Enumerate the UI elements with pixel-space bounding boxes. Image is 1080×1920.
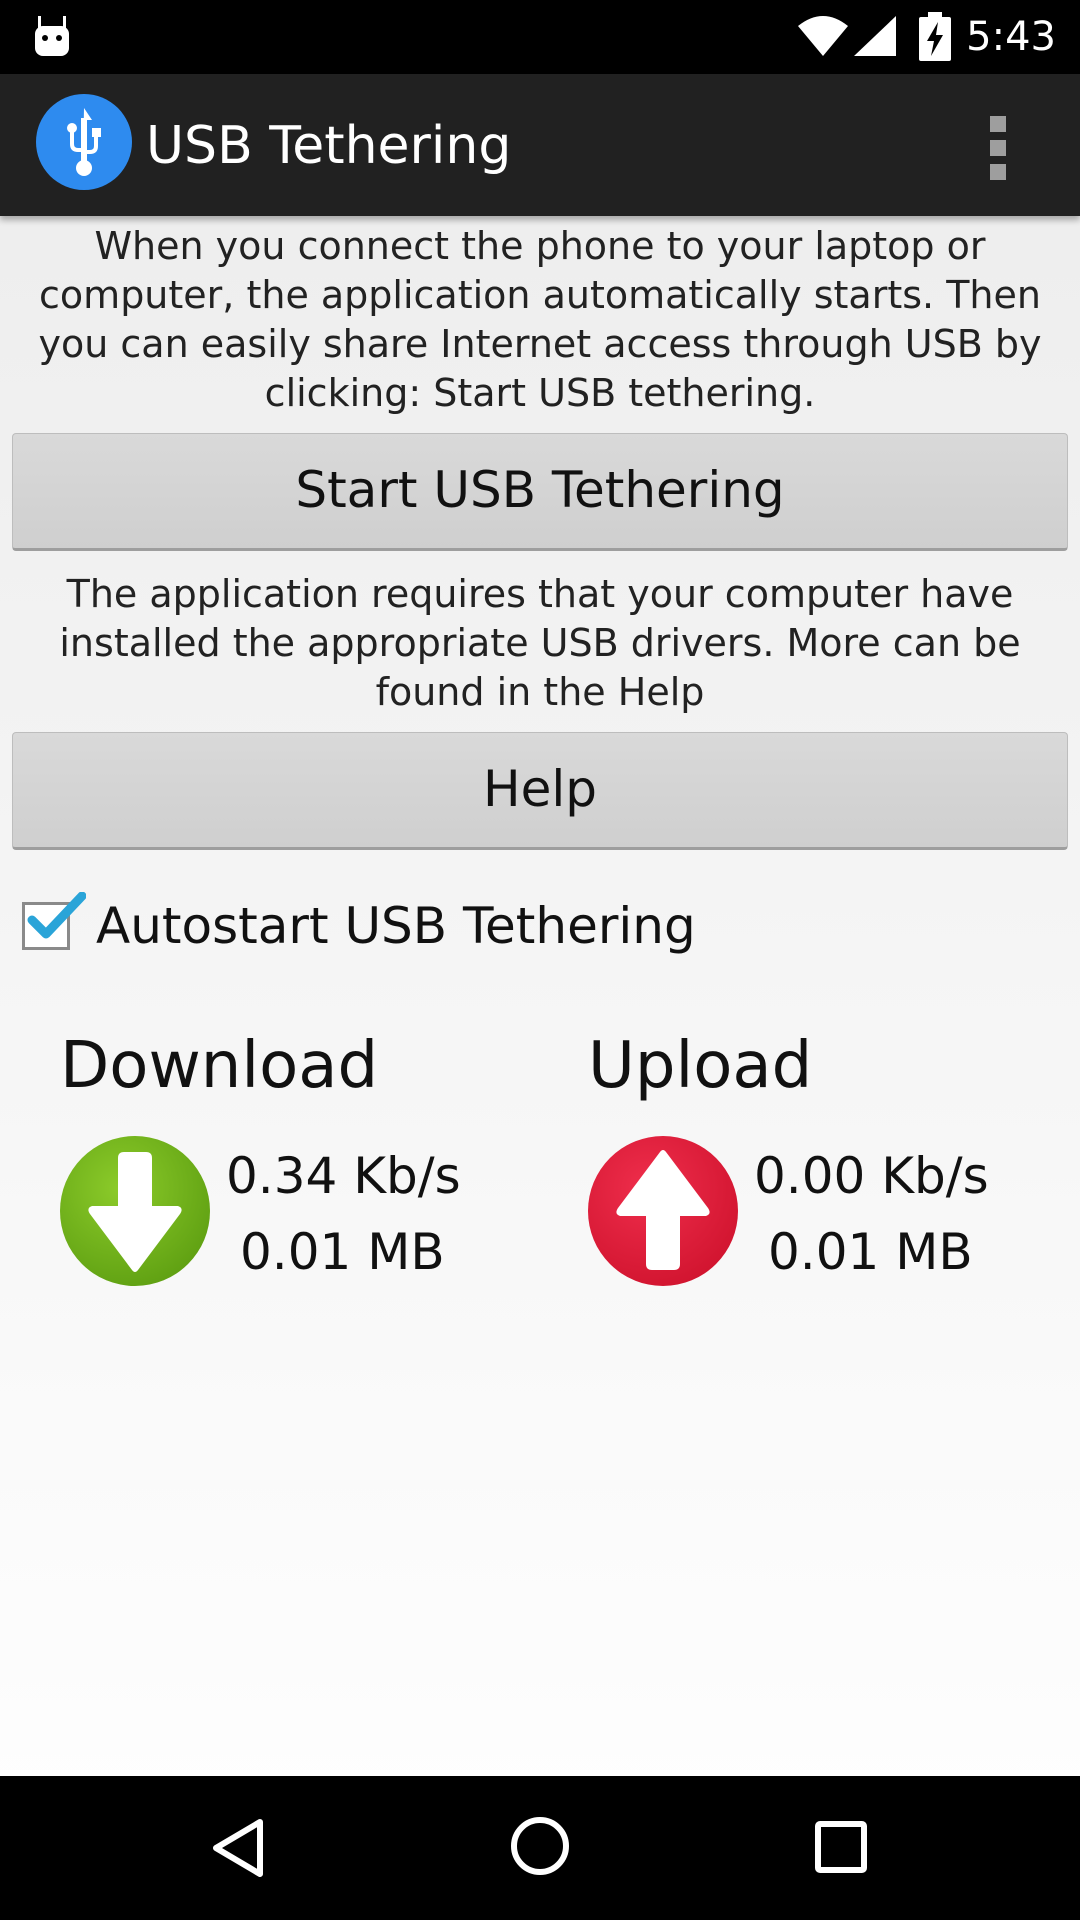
autostart-checkbox-row[interactable]: Autostart USB Tethering: [22, 892, 722, 962]
wifi-icon: [798, 16, 848, 56]
help-button[interactable]: Help: [12, 732, 1068, 850]
arrow-down-icon: [60, 1136, 210, 1286]
app-bar: USB Tethering: [0, 74, 1080, 216]
download-rate: 0.34 Kb/s: [226, 1147, 461, 1205]
app-title: USB Tethering: [146, 116, 512, 176]
upload-heading: Upload: [588, 1029, 813, 1103]
recents-icon[interactable]: [814, 1820, 868, 1874]
checkmark-icon: [27, 892, 86, 939]
arrow-up-icon: [588, 1136, 738, 1286]
status-clock: 5:43: [966, 14, 1056, 60]
home-icon[interactable]: [510, 1816, 570, 1876]
battery-charging-icon: [919, 12, 951, 61]
download-heading: Download: [60, 1029, 379, 1103]
download-total: 0.01 MB: [240, 1223, 445, 1281]
upload-rate: 0.00 Kb/s: [754, 1147, 989, 1205]
status-bar: 5:43: [0, 0, 1080, 74]
signal-icon: [854, 16, 896, 56]
back-icon[interactable]: [210, 1816, 266, 1880]
intro-text: When you connect the phone to your lapto…: [38, 224, 1042, 415]
upload-total: 0.01 MB: [768, 1223, 973, 1281]
start-usb-tethering-button[interactable]: Start USB Tethering: [12, 433, 1068, 551]
usb-icon: [36, 94, 132, 190]
android-notification-icon: [35, 16, 69, 56]
drivers-text: The application requires that your compu…: [59, 572, 1021, 714]
autostart-label: Autostart USB Tethering: [96, 897, 696, 955]
overflow-menu-icon[interactable]: [978, 108, 1018, 182]
navigation-bar: [0, 1776, 1080, 1920]
